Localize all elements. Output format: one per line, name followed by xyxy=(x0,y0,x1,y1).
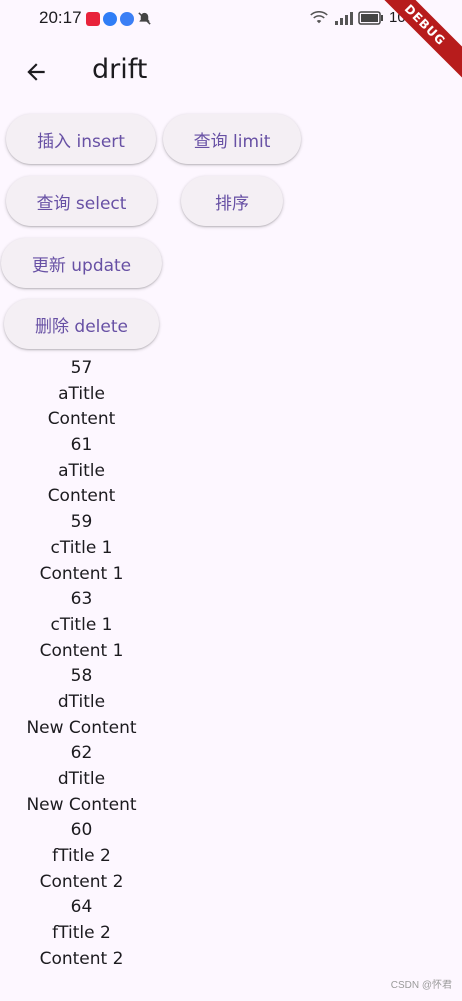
record-id: 63 xyxy=(70,589,93,610)
record-title: fTitle 2 xyxy=(52,846,111,867)
insert-button[interactable]: 插入 insert xyxy=(6,114,156,164)
select-query-button[interactable]: 查询 select xyxy=(6,176,157,226)
app-screen: 20:17 DEBUG drift 插入 insert 查询 limit 查询 … xyxy=(0,0,462,1001)
record-id: 58 xyxy=(70,666,93,687)
records-list: 57 aTitle Content 61 aTitle Content 59 c… xyxy=(0,356,163,973)
record-content: New Content xyxy=(26,717,137,738)
record-content: New Content xyxy=(26,794,137,815)
record-title: fTitle 2 xyxy=(52,923,111,944)
record-title: cTitle 1 xyxy=(50,537,113,558)
music-icon xyxy=(120,11,134,26)
back-button[interactable] xyxy=(14,50,58,94)
update-button[interactable]: 更新 update xyxy=(1,238,162,288)
bell-off-icon xyxy=(138,12,151,25)
battery-icon xyxy=(358,10,383,25)
record-title: dTitle xyxy=(57,769,106,789)
page-title: drift xyxy=(92,54,148,85)
record-title: cTitle 1 xyxy=(50,614,113,635)
record-title: dTitle xyxy=(57,691,106,712)
app-blue-icon xyxy=(103,11,117,26)
record-content: Content 2 xyxy=(39,871,124,892)
limit-query-button[interactable]: 查询 limit xyxy=(163,114,301,164)
sort-button[interactable]: 排序 xyxy=(181,176,283,226)
record-title: aTitle xyxy=(58,383,105,404)
record-id: 61 xyxy=(70,435,93,456)
app-bar: drift xyxy=(0,44,462,100)
arrow-back-icon xyxy=(27,63,45,81)
record-id: 64 xyxy=(70,897,93,918)
record-id: 59 xyxy=(70,512,93,533)
record-title: aTitle xyxy=(58,460,105,481)
notification-icons xyxy=(86,11,152,26)
record-content: Content 1 xyxy=(39,563,124,584)
app-red-icon xyxy=(86,11,100,26)
record-content: Content xyxy=(47,409,116,430)
status-time: 20:17 xyxy=(39,8,82,27)
wifi-icon xyxy=(310,10,328,23)
record-id: 62 xyxy=(70,743,93,764)
watermark: CSDN @怀君 xyxy=(390,980,452,991)
record-content: Content 1 xyxy=(39,640,124,661)
record-content: Content 2 xyxy=(39,948,124,969)
record-id: 57 xyxy=(70,358,93,378)
record-content: Content xyxy=(47,486,116,507)
signal-icon xyxy=(335,11,353,25)
delete-button[interactable]: 删除 delete xyxy=(4,299,159,349)
record-id: 60 xyxy=(70,820,93,841)
